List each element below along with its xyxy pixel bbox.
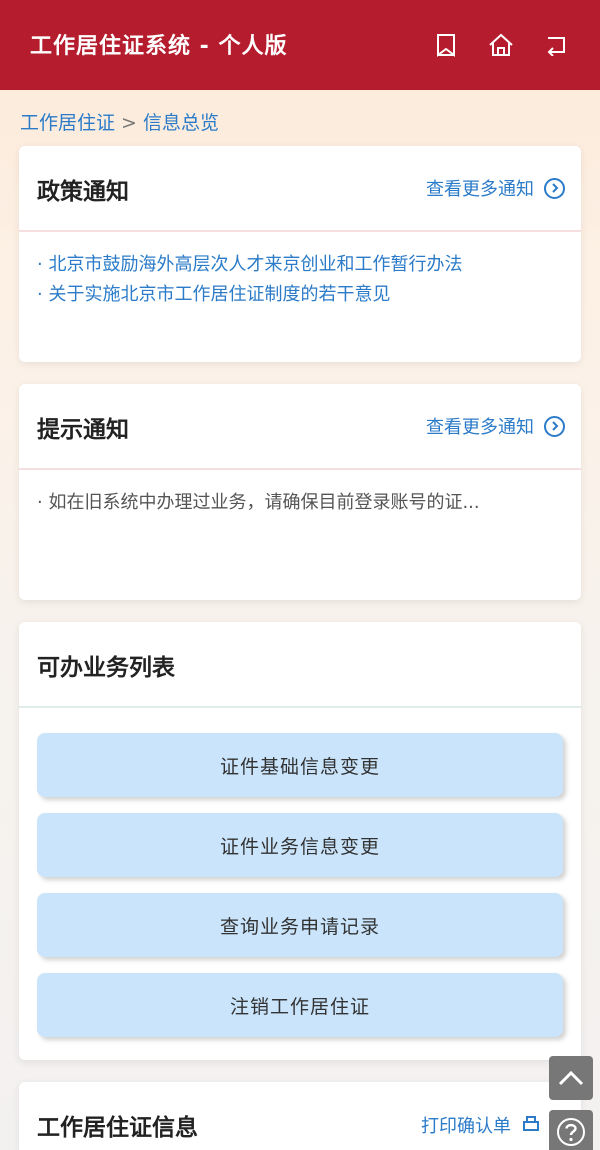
back-icon[interactable] [539,28,573,62]
tip-notice-card: 提示通知 查看更多通知 · 如在旧系统中办理过业务，请确保目前登录账号的证... [19,384,581,600]
print-icon [521,1115,541,1135]
tip-more-link[interactable]: 查看更多通知 [426,413,565,439]
breadcrumb-separator: > [121,112,137,134]
breadcrumb-root[interactable]: 工作居住证 [20,112,115,134]
home-icon[interactable] [484,28,518,62]
tip-card-header: 提示通知 查看更多通知 [19,384,581,470]
print-confirmation-link[interactable]: 打印确认单 [421,1112,541,1138]
permit-card-title: 工作居住证信息 [37,1115,198,1141]
app-title: 工作居住证系统 - 个人版 [30,34,288,59]
policy-more-link[interactable]: 查看更多通知 [426,175,565,201]
tip-notice-item[interactable]: · 如在旧系统中办理过业务，请确保目前登录账号的证... [37,488,562,518]
policy-notice-card: 政策通知 查看更多通知 · 北京市鼓励海外高层次人才来京创业和工作暂行办法 · … [19,146,581,362]
tip-notice-list: · 如在旧系统中办理过业务，请确保目前登录账号的证... [19,470,581,518]
breadcrumb-current: 信息总览 [142,112,219,134]
policy-notice-list: · 北京市鼓励海外高层次人才来京创业和工作暂行办法 · 关于实施北京市工作居住证… [19,232,581,310]
help-button[interactable] [549,1110,593,1150]
business-card-title: 可办业务列表 [37,655,175,681]
cancel-permit-button[interactable]: 注销工作居住证 [37,973,563,1037]
policy-notice-item[interactable]: · 关于实施北京市工作居住证制度的若干意见 [37,280,562,310]
back-to-top-button[interactable] [549,1056,593,1100]
policy-notice-item[interactable]: · 北京市鼓励海外高层次人才来京创业和工作暂行办法 [37,250,562,280]
chevron-right-circle-icon [544,177,565,199]
change-basic-info-button[interactable]: 证件基础信息变更 [37,733,563,797]
tip-card-title: 提示通知 [37,417,129,443]
business-card-header: 可办业务列表 [19,622,581,708]
policy-card-title: 政策通知 [37,179,129,205]
question-icon [556,1117,586,1147]
business-list-card: 可办业务列表 证件基础信息变更 证件业务信息变更 查询业务申请记录 注销工作居住… [19,622,581,1060]
print-confirmation-label: 打印确认单 [421,1116,511,1137]
policy-more-label: 查看更多通知 [426,179,534,200]
breadcrumb: 工作居住证 > 信息总览 [20,108,219,135]
policy-card-header: 政策通知 查看更多通知 [19,146,581,232]
chevron-right-circle-icon [544,415,565,437]
permit-info-card: 工作居住证信息 打印确认单 [19,1082,581,1150]
top-bar: 工作居住证系统 - 个人版 [0,0,600,90]
tip-more-label: 查看更多通知 [426,417,534,438]
change-business-info-button[interactable]: 证件业务信息变更 [37,813,563,877]
chevron-up-icon [557,1069,585,1087]
query-application-records-button[interactable]: 查询业务申请记录 [37,893,563,957]
bookmark-icon[interactable] [429,28,463,62]
